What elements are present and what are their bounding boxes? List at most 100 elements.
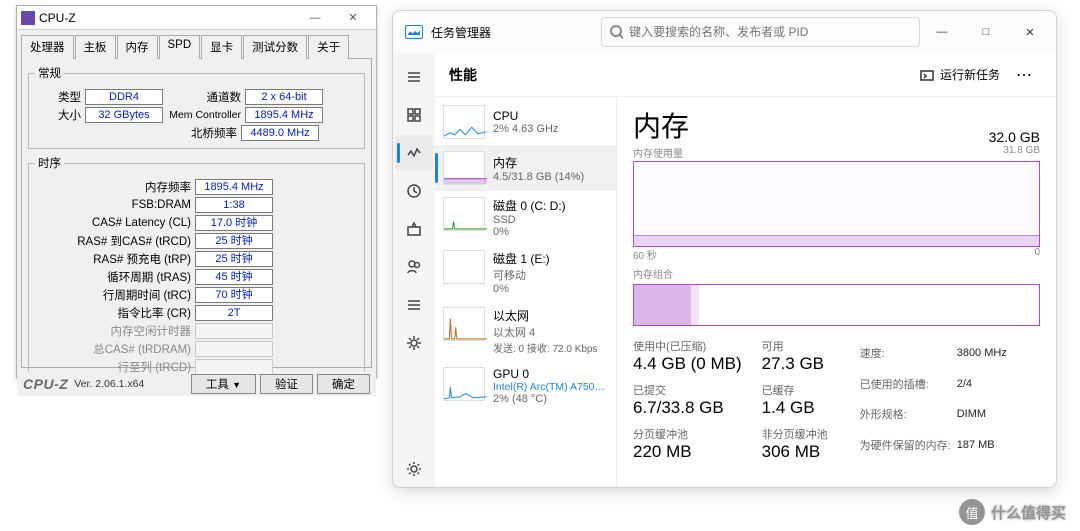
list-item-memory[interactable]: 内存4.5/31.8 GB (14%): [435, 145, 616, 191]
memory-chart[interactable]: [633, 161, 1040, 247]
tras-value: 45 时钟: [195, 269, 273, 285]
more-button[interactable]: ⋯: [1008, 65, 1042, 85]
cached-label: 已缓存: [762, 382, 828, 398]
tm-detail: 内存 32.0 GB 内存使用量31.8 GB 60 秒0 内存组合 使用中(已…: [617, 97, 1056, 487]
idle-value: [195, 323, 273, 339]
close-button[interactable]: ✕: [334, 11, 372, 24]
nonpaged-value: 306 MB: [762, 442, 828, 462]
taskmgr-app-icon: [405, 25, 423, 39]
cpuz-app-icon: [21, 11, 35, 25]
search-input[interactable]: [629, 25, 911, 39]
detail-total: 32.0 GB: [989, 129, 1040, 145]
tm-titlebar[interactable]: 任务管理器 — □ ✕: [393, 11, 1056, 53]
detail-title: 内存: [633, 105, 989, 145]
cpuz-body: 常规 类型 DDR4 通道数 2 x 64-bit 大小 32 GBytes M…: [21, 58, 372, 368]
tab-graphics[interactable]: 显卡: [201, 35, 242, 59]
watermark-text: 什么值得买: [991, 502, 1066, 523]
commit-value: 6.7/33.8 GB: [633, 398, 742, 418]
list-item-gpu0[interactable]: GPU 0Intel(R) Arc(TM) A750…2% (48 °C): [435, 361, 616, 411]
close-button[interactable]: ✕: [1008, 17, 1052, 47]
cpuz-version: Ver. 2.06.1.x64: [74, 378, 144, 390]
nav-settings-icon[interactable]: [395, 451, 433, 487]
nav-startup-icon[interactable]: [395, 211, 433, 247]
list-item-ethernet[interactable]: 以太网以太网 4发送: 0 接收: 72.0 Kbps: [435, 301, 616, 361]
tab-memory[interactable]: 内存: [117, 35, 158, 59]
channels-label: 通道数: [163, 89, 241, 105]
search-box[interactable]: [601, 17, 920, 47]
usage-label: 内存使用量: [633, 145, 683, 160]
fsbdram-value: 1:38: [195, 197, 273, 213]
cpuz-logo: CPU-Z: [23, 376, 68, 392]
cpuz-tabs: 处理器 主板 内存 SPD 显卡 测试分数 关于: [17, 30, 376, 58]
trcd-label: RAS# 到CAS# (tRCD): [35, 233, 191, 249]
validate-button[interactable]: 验证: [260, 374, 313, 394]
nonpaged-label: 非分页缓冲池: [762, 426, 828, 442]
list-item-disk0[interactable]: 磁盘 0 (C: D:)SSD0%: [435, 191, 616, 244]
trdram-label: 总CAS# (tRDRAM): [35, 341, 191, 357]
nav-users-icon[interactable]: [395, 249, 433, 285]
minimize-button[interactable]: —: [296, 12, 334, 24]
list-item-cpu[interactable]: CPU2% 4.63 GHz: [435, 99, 616, 145]
channels-value: 2 x 64-bit: [245, 89, 323, 105]
tab-bench[interactable]: 测试分数: [243, 35, 307, 59]
memory-specs: 速度:3800 MHz 已使用的插槽:2/4 外形规格:DIMM 为硬件保留的内…: [858, 338, 1013, 462]
tab-spd[interactable]: SPD: [159, 35, 201, 59]
nav-services-icon[interactable]: [395, 325, 433, 361]
paged-value: 220 MB: [633, 442, 742, 462]
cl-value: 17.0 时钟: [195, 215, 273, 231]
trcd2-value: [195, 359, 273, 375]
cpuz-title: CPU-Z: [39, 11, 296, 25]
memctrl-label: Mem Controller: [163, 109, 241, 121]
fsbdram-label: FSB:DRAM: [35, 199, 191, 211]
cached-value: 1.4 GB: [762, 398, 828, 418]
paged-label: 分页缓冲池: [633, 426, 742, 442]
trdram-value: [195, 341, 273, 357]
tab-cpu[interactable]: 处理器: [21, 35, 74, 59]
group-timings: 时序 内存频率1895.4 MHz FSB:DRAM1:38 CAS# Late…: [28, 155, 365, 383]
cr-label: 指令比率 (CR): [35, 305, 191, 321]
list-item-disk1[interactable]: 磁盘 1 (E:)可移动0%: [435, 244, 616, 301]
trc-value: 70 时钟: [195, 287, 273, 303]
trc-label: 行周期时间 (tRC): [35, 287, 191, 303]
minimize-button[interactable]: —: [920, 17, 964, 47]
nav-details-icon[interactable]: [395, 287, 433, 323]
nav-menu-icon[interactable]: [395, 59, 433, 95]
nav-performance-icon[interactable]: [395, 135, 433, 171]
type-value: DDR4: [85, 89, 163, 105]
tools-button[interactable]: 工具 ▼: [191, 374, 256, 394]
watermark-icon: 值: [959, 499, 985, 525]
group-general-legend: 常规: [35, 65, 64, 81]
trp-label: RAS# 预充电 (tRP): [35, 251, 191, 267]
trcd2-label: 行至列 (tRCD): [35, 359, 191, 375]
taskmgr-window: 任务管理器 — □ ✕ 性能: [392, 10, 1057, 488]
tras-label: 循环周期 (tRAS): [35, 269, 191, 285]
memory-composition[interactable]: [633, 284, 1040, 326]
avail-value: 27.3 GB: [762, 354, 828, 374]
run-new-task-button[interactable]: 运行新任务: [912, 62, 1008, 87]
usage-right: 31.8 GB: [1003, 145, 1040, 160]
size-label: 大小: [35, 107, 81, 123]
tm-resource-list: CPU2% 4.63 GHz 内存4.5/31.8 GB (14%) 磁盘 0 …: [435, 97, 617, 487]
cpuz-footer: CPU-Z Ver. 2.06.1.x64 工具 ▼ 验证 确定: [17, 372, 376, 396]
group-general: 常规 类型 DDR4 通道数 2 x 64-bit 大小 32 GBytes M…: [28, 65, 365, 149]
idle-label: 内存空闲计时器: [35, 323, 191, 339]
nbfreq-value: 4489.0 MHz: [241, 125, 319, 141]
avail-label: 可用: [762, 338, 828, 354]
tab-mainboard[interactable]: 主板: [75, 35, 116, 59]
nav-processes-icon[interactable]: [395, 97, 433, 133]
watermark: 值 什么值得买: [959, 499, 1066, 525]
nav-history-icon[interactable]: [395, 173, 433, 209]
xaxis-left: 60 秒: [633, 247, 657, 262]
tm-header: 性能 运行新任务 ⋯: [435, 53, 1056, 97]
size-value: 32 GBytes: [85, 107, 163, 123]
trcd-value: 25 时钟: [195, 233, 273, 249]
tab-about[interactable]: 关于: [308, 35, 349, 59]
group-timings-legend: 时序: [35, 155, 64, 171]
tm-title: 任务管理器: [431, 24, 581, 41]
maximize-button[interactable]: □: [964, 17, 1008, 47]
commit-label: 已提交: [633, 382, 742, 398]
tm-nav: [393, 53, 435, 487]
cpuz-window: CPU-Z — ✕ 处理器 主板 内存 SPD 显卡 测试分数 关于 常规 类型…: [16, 5, 377, 378]
ok-button[interactable]: 确定: [317, 374, 370, 394]
cpuz-titlebar[interactable]: CPU-Z — ✕: [17, 6, 376, 30]
